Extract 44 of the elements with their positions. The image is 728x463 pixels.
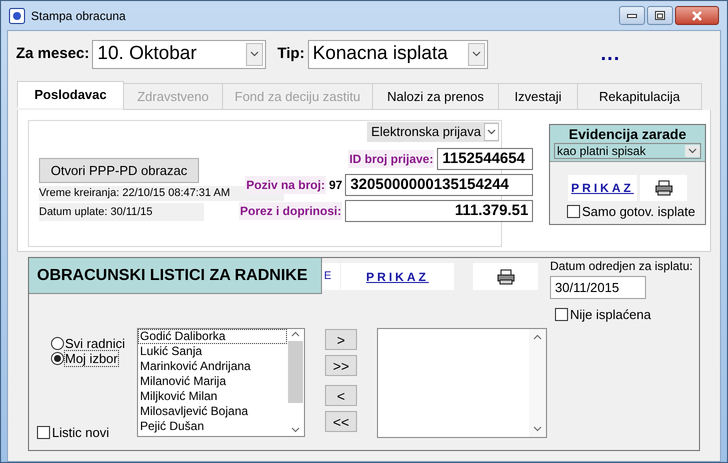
list-item[interactable]: Milosavljević Bojana <box>138 404 287 419</box>
tab[interactable]: Rekapitulacija <box>577 83 702 110</box>
report-dropdown[interactable]: Elektronska prijava <box>367 122 499 142</box>
checkbox-label: Nije isplaćena <box>570 306 651 324</box>
list-item[interactable]: Miljković Milan <box>138 389 287 404</box>
payment-date: Datum uplate: 30/11/15 <box>39 203 204 221</box>
employee-list[interactable]: Godić Daliborka Lukić Sanja Marinković Andrijana Milanović Marija Miljković Milan Milosavljević Bojana Pejić Dušan <box>137 328 305 437</box>
prefix-text: 97 <box>328 177 342 194</box>
earnings-title: Evidencija zarade <box>568 125 686 143</box>
field-label: Porez i doprinosi: <box>239 202 342 220</box>
list-item[interactable]: Marinković Andrijana <box>138 359 287 374</box>
list-item[interactable]: Godić Daliborka <box>138 329 287 344</box>
open-form-button[interactable]: Otvori PPP-PD obrazac <box>39 158 199 183</box>
marker-text: E <box>322 263 340 290</box>
window-title: Stampa obracuna <box>31 8 126 24</box>
show-link[interactable]: PRIKAZ <box>568 175 637 201</box>
tab[interactable]: Poslodavac <box>17 81 124 108</box>
checkbox-label: Listic novi <box>52 424 110 442</box>
move-button[interactable]: >> <box>325 355 357 376</box>
list-item[interactable]: Pejić Dušan <box>138 419 287 434</box>
move-button[interactable]: > <box>325 329 357 350</box>
list-item[interactable]: Milanović Marija <box>138 374 287 389</box>
text-field[interactable]: 3205000000135154244 <box>345 174 534 196</box>
field-label: ID broj prijave: <box>348 150 434 168</box>
date-label: Datum odredjen za isplatu: <box>550 259 693 274</box>
checkbox-label: Samo gotov. isplate <box>582 203 696 221</box>
radio-label: Svi radnici <box>65 336 125 351</box>
payslips-header: OBRACUNSKI LISTICI ZA RADNIKE <box>29 258 322 294</box>
type-dropdown[interactable]: Konacna isplata <box>308 40 488 68</box>
tab[interactable]: Izvestaji <box>498 83 578 110</box>
month-label: Za mesec: <box>16 44 90 64</box>
radio-label: Moj izbor <box>65 351 118 366</box>
date-field[interactable]: 30/11/2015 <box>550 276 646 299</box>
show-link[interactable]: PRIKAZ <box>341 263 454 290</box>
more-button[interactable]: ... <box>600 44 620 64</box>
list-item[interactable]: Lukić Sanja <box>138 344 287 359</box>
tab[interactable]: Nalozi za prenos <box>372 83 499 110</box>
move-button[interactable]: << <box>325 411 357 432</box>
text-field[interactable]: 111.379.51 <box>345 200 534 222</box>
month-dropdown[interactable]: 10. Oktobar <box>92 40 266 68</box>
earnings-dropdown[interactable]: kao platni spisak <box>554 143 701 159</box>
type-label: Tip: <box>277 44 305 64</box>
move-button[interactable]: < <box>325 385 357 406</box>
text-field[interactable]: 1152544654 <box>437 148 534 170</box>
